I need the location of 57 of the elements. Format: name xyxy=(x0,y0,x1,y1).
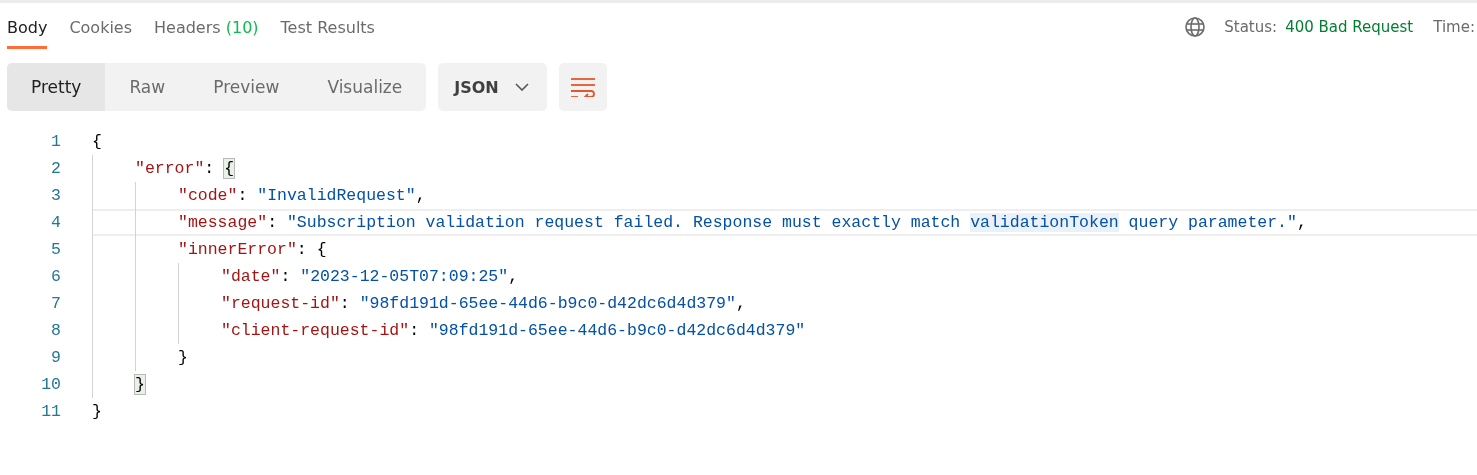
json-punctuation: : xyxy=(280,267,292,286)
matched-bracket: } xyxy=(135,375,145,394)
status-value: 400 Bad Request xyxy=(1285,18,1414,36)
json-punctuation: } xyxy=(178,348,188,367)
time-label: Time: xyxy=(1433,18,1475,36)
view-mode-button[interactable]: Preview xyxy=(189,63,304,111)
json-punctuation: : xyxy=(204,159,216,178)
json-punctuation: , xyxy=(735,294,746,313)
globe-icon[interactable] xyxy=(1184,16,1207,38)
json-punctuation: : xyxy=(409,321,421,340)
line-number: 11 xyxy=(40,402,61,421)
json-string: query parameter." xyxy=(1127,213,1297,232)
line-number: 6 xyxy=(50,267,61,286)
json-punctuation: , xyxy=(415,186,426,205)
line-number: 3 xyxy=(50,186,61,205)
line-number: 10 xyxy=(40,375,61,394)
wrap-lines-icon xyxy=(569,77,596,97)
json-string: "InvalidRequest" xyxy=(257,186,416,205)
json-key: "client-request-id" xyxy=(221,321,410,340)
response-tab[interactable]: Headers (10) xyxy=(154,6,259,49)
json-punctuation: } xyxy=(92,402,102,421)
json-punctuation: { xyxy=(92,132,102,151)
json-punctuation: : xyxy=(237,186,249,205)
line-number: 4 xyxy=(50,213,61,232)
status-label: Status: xyxy=(1224,18,1278,36)
view-mode-button[interactable]: Raw xyxy=(105,63,190,111)
line-number: 8 xyxy=(50,321,61,340)
json-key: "code" xyxy=(178,186,238,205)
json-string: "2023-12-05T07:09:25" xyxy=(300,267,509,286)
line-number: 5 xyxy=(50,240,61,259)
json-string: "98fd191d-65ee-44d6-b9c0-d42dc6d4d379" xyxy=(428,321,806,340)
line-number: 1 xyxy=(50,132,61,151)
json-punctuation: , xyxy=(1296,213,1307,232)
line-number: 7 xyxy=(50,294,61,313)
response-tab[interactable]: Body xyxy=(7,6,48,49)
response-tab[interactable]: Test Results xyxy=(280,6,375,49)
json-punctuation: : { xyxy=(296,240,327,259)
response-tab[interactable]: Cookies xyxy=(69,6,133,49)
json-key: "innerError" xyxy=(178,240,297,259)
json-punctuation: : xyxy=(267,213,279,232)
json-key: "message" xyxy=(178,213,268,232)
wrap-button[interactable] xyxy=(558,63,607,111)
line-number: 2 xyxy=(50,159,61,178)
format-dropdown[interactable]: JSON xyxy=(438,63,547,111)
line-number: 9 xyxy=(50,348,61,367)
json-string: "Subscription validation request failed. Response must exactly match xyxy=(286,213,962,232)
highlighted-match: validationToken xyxy=(970,213,1119,232)
json-punctuation: : xyxy=(339,294,351,313)
matched-bracket: { xyxy=(224,159,235,178)
json-punctuation: , xyxy=(508,267,519,286)
caret-icon xyxy=(514,83,529,91)
view-mode-button[interactable]: Visualize xyxy=(303,63,427,111)
json-key: "request-id" xyxy=(221,294,340,313)
json-key: "date" xyxy=(221,267,281,286)
json-key: "error" xyxy=(135,159,205,178)
json-string: "98fd191d-65ee-44d6-b9c0-d42dc6d4d379" xyxy=(359,294,736,313)
view-mode-button[interactable]: Pretty xyxy=(7,63,106,111)
